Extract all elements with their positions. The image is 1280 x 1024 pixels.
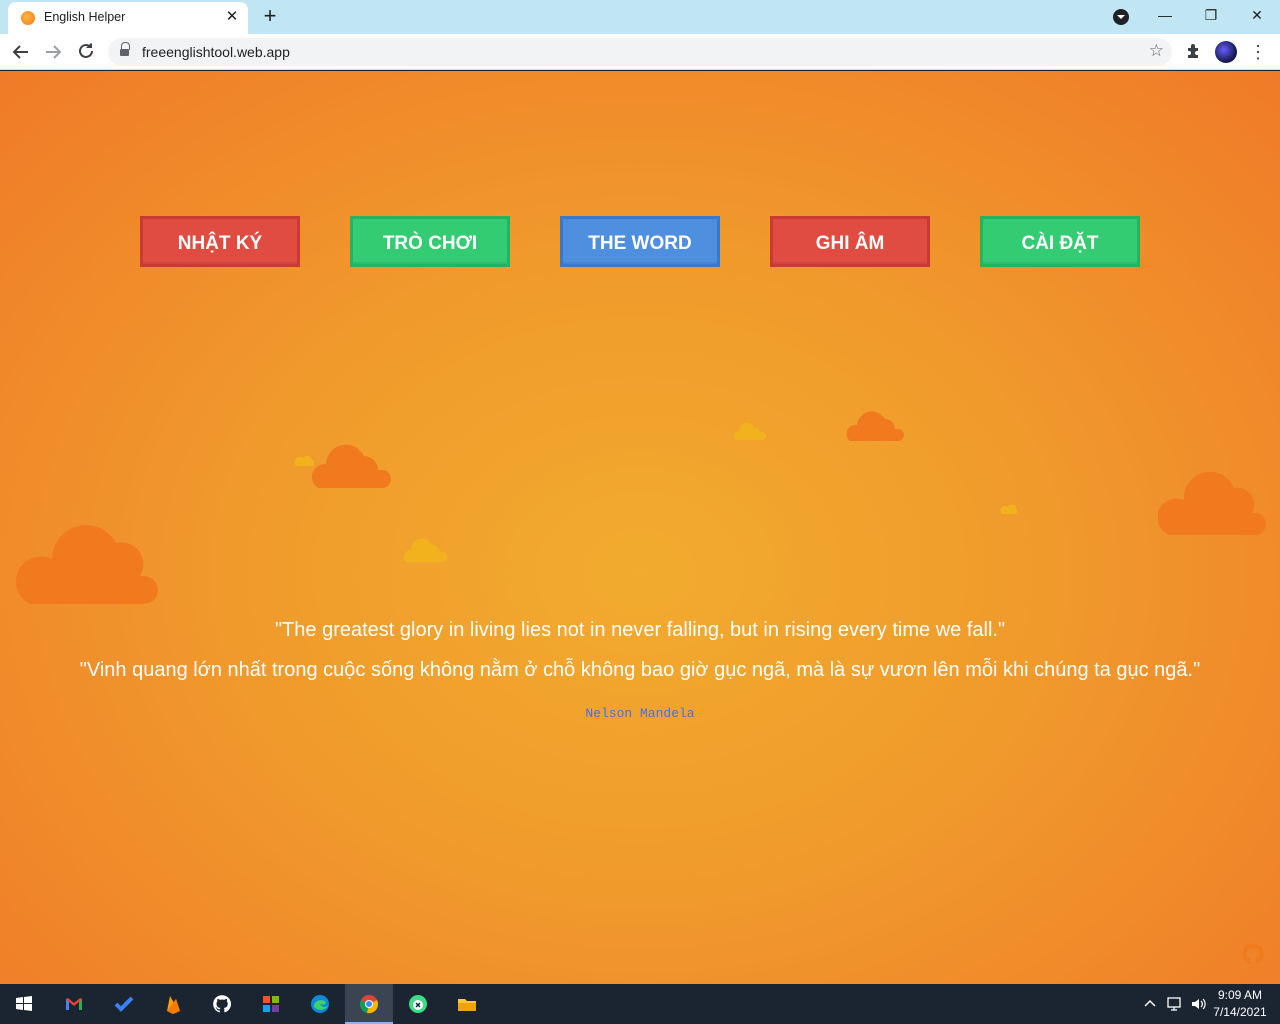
taskbar-edge[interactable] [296, 984, 344, 1024]
favicon-icon [21, 11, 35, 25]
menu-button-ghi-am[interactable]: GHI ÂM [770, 216, 930, 267]
menu-button-cai-dat[interactable]: CÀI ĐẶT [980, 216, 1140, 267]
quote-author: Nelson Mandela [585, 706, 695, 721]
taskbar-file-explorer[interactable] [443, 984, 491, 1024]
menu-button-nhat-ky[interactable]: NHẬT KÝ [140, 216, 300, 267]
lock-icon[interactable] [120, 42, 130, 57]
chrome-icon [359, 995, 379, 1014]
cloud-icon [403, 538, 447, 562]
quote-vietnamese: "Vinh quang lớn nhất trong cuộc sống khô… [79, 659, 1201, 681]
taskbar-clock[interactable]: 9:09 AM 7/14/2021 [1206, 987, 1274, 1021]
github-icon[interactable] [1241, 942, 1265, 966]
windows-taskbar: 9:09 AM 7/14/2021 [0, 984, 1280, 1024]
extensions-puzzle-icon[interactable] [1184, 42, 1204, 62]
browser-tab[interactable]: English Helper ✕ [8, 2, 248, 34]
profile-avatar[interactable] [1215, 41, 1237, 63]
menu-button-tro-choi[interactable]: TRÒ CHƠI [350, 216, 510, 267]
taskbar-github[interactable] [198, 984, 246, 1024]
github-icon [213, 995, 232, 1013]
office-icon [263, 996, 279, 1012]
taskbar-chrome[interactable] [345, 984, 393, 1024]
cloud-icon [1158, 472, 1266, 535]
reload-button[interactable] [73, 39, 99, 65]
cloud-icon [16, 525, 158, 604]
minimize-button[interactable]: — [1145, 4, 1185, 26]
page-content: NHẬT KÝ TRÒ CHƠI THE WORD GHI ÂM CÀI ĐẶT… [0, 71, 1280, 984]
browser-tab-strip: English Helper ✕ + — ❐ ✕ [0, 0, 1280, 34]
browser-menu-icon[interactable]: ⋮ [1248, 41, 1268, 63]
close-tab-icon[interactable]: ✕ [224, 9, 240, 25]
forward-arrow-icon [46, 45, 62, 59]
reload-icon [79, 43, 93, 58]
file-explorer-icon [458, 999, 476, 1011]
start-button[interactable] [0, 984, 48, 1024]
gmail-icon [66, 998, 82, 1010]
tray-overflow-icon[interactable] [1143, 996, 1157, 1024]
taskbar-office[interactable] [247, 984, 295, 1024]
address-bar[interactable]: freeenglishtool.web.app ☆ [108, 38, 1172, 66]
taskbar-android-studio[interactable] [394, 984, 442, 1024]
network-icon[interactable] [1166, 996, 1184, 1024]
tab-title: English Helper [44, 10, 126, 24]
new-tab-button[interactable]: + [259, 5, 281, 27]
menu-button-the-word[interactable]: THE WORD [560, 216, 720, 267]
quote-english: "The greatest glory in living lies not i… [274, 619, 1006, 641]
bookmark-star-icon[interactable]: ☆ [1149, 41, 1164, 61]
cloud-icon [846, 411, 904, 441]
browser-toolbar: freeenglishtool.web.app ☆ [0, 34, 1280, 70]
url-text[interactable]: freeenglishtool.web.app [142, 44, 290, 60]
cloud-icon [734, 422, 766, 440]
cloud-icon [294, 455, 314, 466]
taskbar-gmail[interactable] [50, 984, 98, 1024]
edge-icon [311, 995, 329, 1013]
tab-search-button[interactable] [1113, 9, 1129, 25]
taskbar-todo[interactable] [100, 984, 148, 1024]
todo-icon [114, 996, 134, 1012]
back-button[interactable] [8, 39, 34, 65]
window-close-button[interactable]: ✕ [1237, 4, 1277, 26]
taskbar-firebase[interactable] [149, 984, 197, 1024]
cloud-icon [1000, 505, 1018, 514]
firebase-icon [167, 996, 180, 1014]
clock-date: 7/14/2021 [1213, 1005, 1267, 1019]
restore-button[interactable]: ❐ [1191, 4, 1231, 26]
cloud-icon [311, 444, 391, 488]
start-icon [16, 996, 32, 1011]
main-menu: NHẬT KÝ TRÒ CHƠI THE WORD GHI ÂM CÀI ĐẶT [0, 216, 1280, 268]
android-studio-icon [409, 995, 427, 1013]
forward-button[interactable] [40, 39, 66, 65]
clock-time: 9:09 AM [1217, 988, 1263, 1002]
back-arrow-icon [12, 45, 28, 59]
